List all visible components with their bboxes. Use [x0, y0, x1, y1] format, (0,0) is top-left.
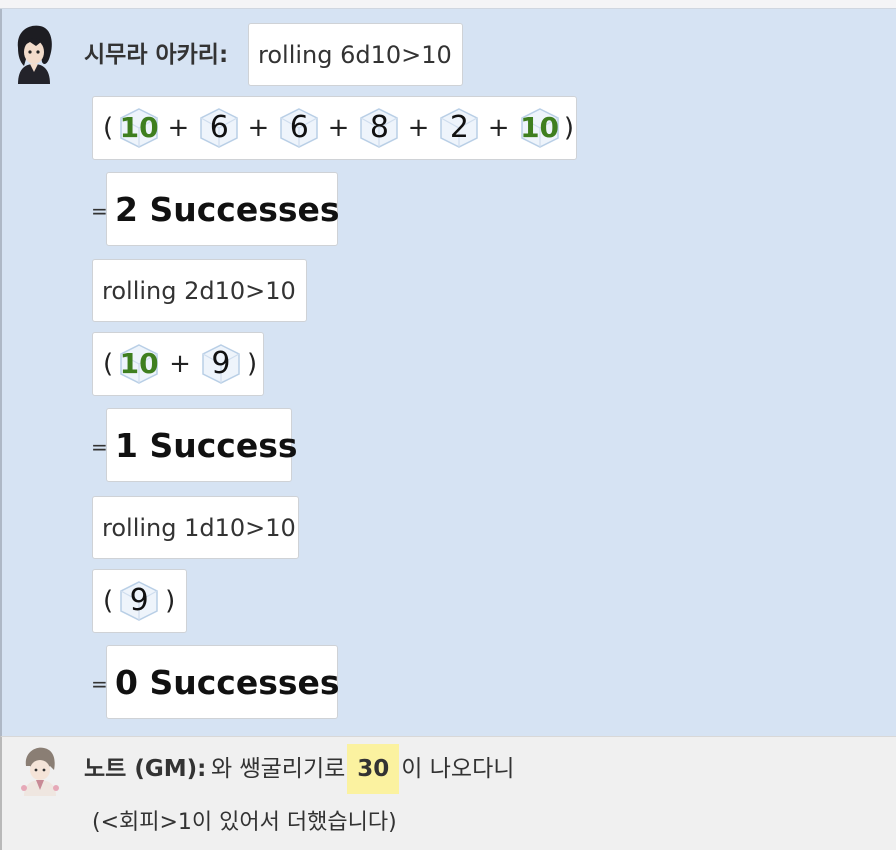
roll-command: rolling 1d10>10	[92, 496, 299, 559]
roll-result-text: 0 Successes	[115, 662, 340, 702]
die-value: 2	[449, 110, 470, 145]
plus-sign: +	[169, 349, 191, 379]
roll-result-text: 2 Successes	[115, 189, 340, 229]
dice-breakdown: ( 10 + 6 + 6 + 8 + 2 + 10)	[92, 96, 577, 160]
plus-sign: +	[407, 113, 430, 143]
plus-sign: +	[327, 113, 350, 143]
dice-breakdown: ( 10 + 9 )	[92, 332, 264, 396]
die-value: 9	[129, 583, 149, 618]
roll-result: 0 Successes	[106, 645, 340, 719]
gm-message-line: 와 쌩굴리기로 30 이 나오다니	[211, 744, 514, 794]
gm-name: 노트 (GM):	[84, 756, 207, 782]
roll-command: rolling 2d10>10	[92, 259, 307, 322]
open-paren: (	[103, 349, 114, 379]
die-value: 6	[209, 110, 229, 145]
gm-avatar	[16, 744, 62, 796]
previous-message-edge	[0, 0, 896, 9]
roll-command-text: rolling 1d10>10	[102, 513, 296, 542]
gm-text-after: 이 나오다니	[401, 756, 515, 782]
roll-result-text: 1 Success	[115, 425, 298, 465]
open-paren: (	[103, 586, 114, 616]
open-paren: (	[103, 113, 114, 143]
roll-command-text: rolling 6d10>10	[258, 40, 452, 69]
die-result: 9	[197, 342, 245, 386]
die-result: 10	[516, 106, 562, 150]
player-name: 시무라 아카리:	[84, 42, 229, 68]
roll-result: 2 Successes	[106, 172, 340, 246]
highlighted-total: 30	[347, 744, 400, 794]
gm-message-line2: (<회피>1이 있어서 더했습니다)	[92, 810, 397, 835]
roll-command: rolling 6d10>10	[248, 23, 463, 86]
chat-log: 시무라 아카리: rolling 6d10>10 ( 10 + 6 + 6 + …	[0, 0, 896, 850]
die-value: 10	[119, 347, 159, 380]
die-result: 2	[435, 106, 481, 150]
die-value: 10	[119, 111, 159, 144]
plus-sign: +	[167, 113, 190, 143]
die-result: 6	[275, 106, 321, 150]
die-result: 10	[115, 106, 161, 150]
dice-breakdown: ( 9 )	[92, 569, 187, 633]
die-value: 10	[520, 111, 560, 144]
die-result: 10	[115, 342, 163, 386]
die-value: 6	[289, 110, 309, 145]
plus-sign: +	[487, 113, 510, 143]
roll-command-text: rolling 2d10>10	[102, 276, 296, 305]
gm-text-before: 와 쌩굴리기로	[211, 756, 346, 782]
die-result: 8	[355, 106, 401, 150]
die-result: 9	[115, 579, 163, 623]
player-avatar	[10, 22, 56, 84]
die-value: 9	[211, 346, 231, 381]
die-result: 6	[195, 106, 241, 150]
close-paren: )	[165, 586, 176, 616]
close-paren: )	[246, 349, 258, 379]
die-value: 8	[369, 110, 389, 145]
roll-result: 1 Success	[106, 408, 298, 482]
close-paren: )	[563, 113, 574, 143]
plus-sign: +	[247, 113, 270, 143]
